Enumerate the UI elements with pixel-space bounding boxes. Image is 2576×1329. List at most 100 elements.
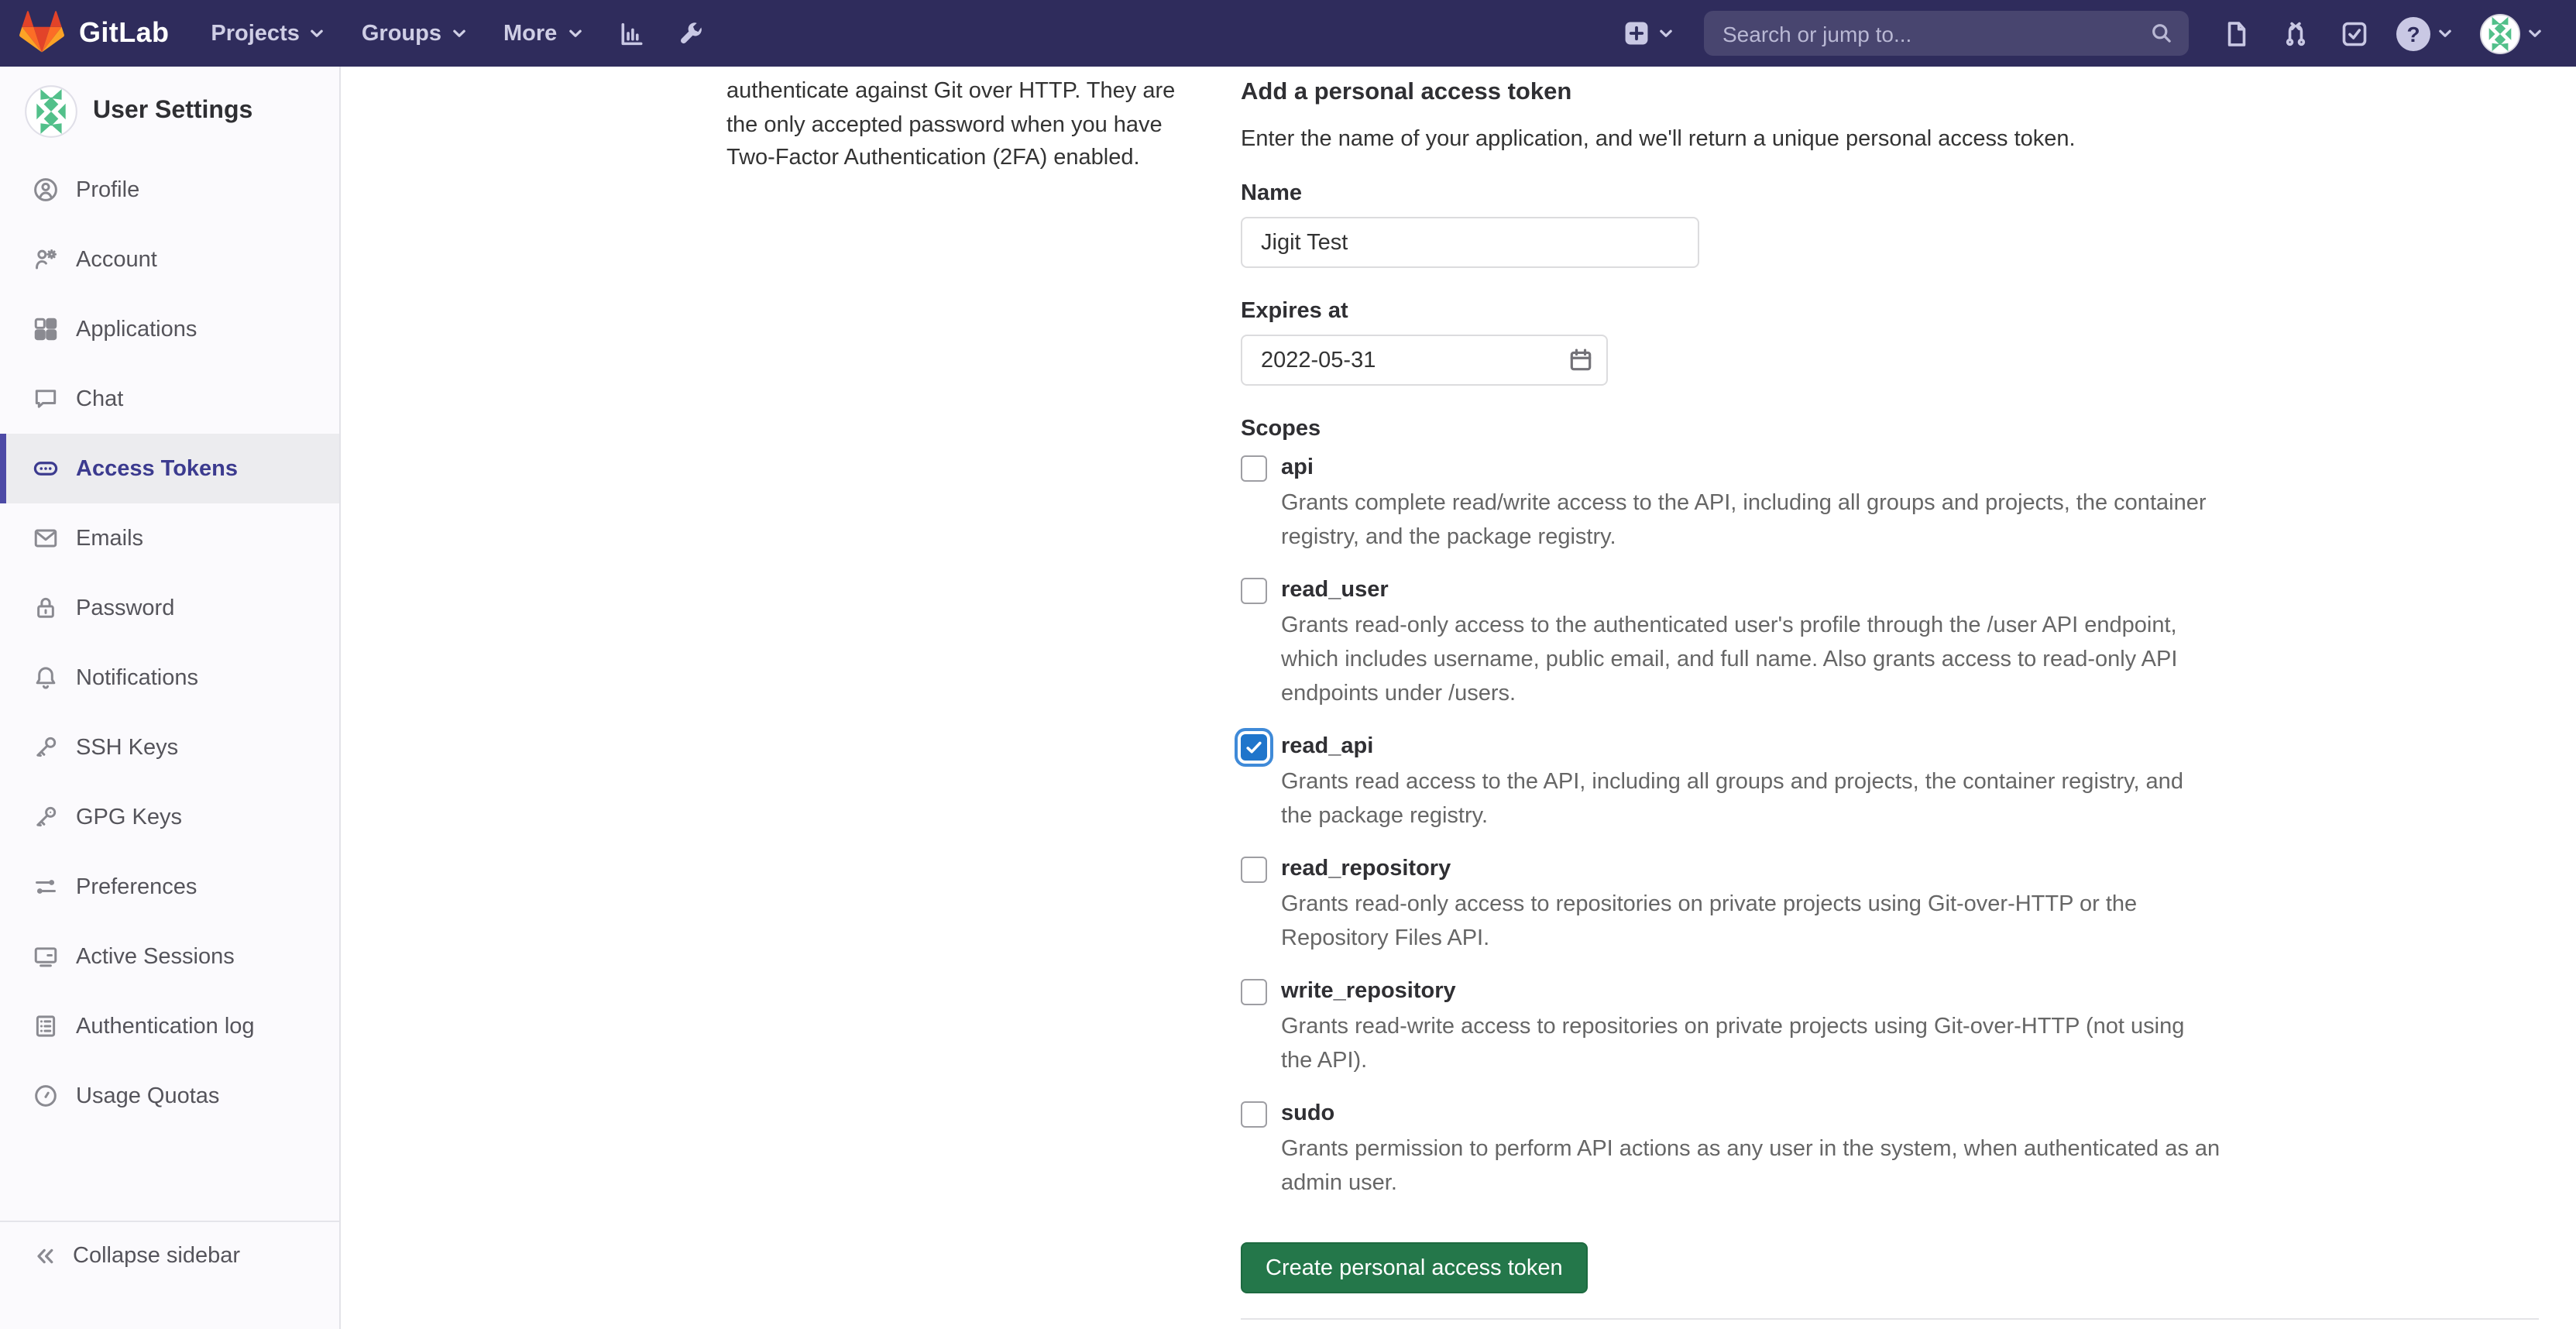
navbar-right: ? (1614, 0, 2557, 67)
search-icon (2150, 22, 2173, 45)
chevron-down-icon (307, 23, 328, 43)
main-content: authenticate against Git over HTTP. They… (341, 67, 2576, 1329)
user-circle-icon (33, 177, 59, 203)
sidebar-item-usage-quotas[interactable]: Usage Quotas (0, 1061, 339, 1131)
token-pill-icon (33, 455, 59, 482)
issues-icon[interactable] (2207, 0, 2266, 67)
scope-checkbox-read-user[interactable] (1241, 578, 1267, 604)
scope-name[interactable]: read_user (1281, 575, 1389, 607)
scope-item-sudo: sudo Grants permission to perform API ac… (1241, 1098, 2539, 1200)
help-question-icon: ? (2396, 16, 2430, 50)
search-input[interactable] (1719, 19, 2150, 47)
scope-item-api: api Grants complete read/write access to… (1241, 452, 2539, 555)
grid-icon (33, 316, 59, 342)
scope-description: Grants permission to perform API actions… (1281, 1132, 2539, 1200)
envelope-icon (33, 525, 59, 551)
new-menu-button[interactable] (1614, 20, 1685, 46)
key-icon (33, 804, 59, 830)
user-gear-icon (33, 246, 59, 273)
scopes-label: Scopes (1241, 414, 2539, 446)
chevron-down-icon (2435, 23, 2455, 43)
sidebar-item-applications[interactable]: Applications (0, 294, 339, 364)
sidebar-item-profile[interactable]: Profile (0, 155, 339, 225)
description-text: authenticate against Git over HTTP. They… (726, 76, 1241, 176)
help-menu-button[interactable]: ? (2384, 16, 2468, 50)
create-token-button[interactable]: Create personal access token (1241, 1242, 1588, 1293)
gitlab-logo-text: GitLab (79, 17, 169, 50)
scope-description: Grants complete read/write access to the… (1281, 486, 2539, 555)
scope-name[interactable]: read_repository (1281, 853, 1451, 886)
sidebar-item-emails[interactable]: Emails (0, 503, 339, 573)
chevron-down-icon (1656, 23, 1676, 43)
sidebar-header: User Settings (0, 67, 339, 138)
section-description: authenticate against Git over HTTP. They… (726, 70, 1241, 1329)
page: GitLab Projects Groups More (0, 0, 2576, 1329)
admin-wrench-icon[interactable] (661, 0, 720, 67)
bell-icon (33, 664, 59, 691)
form-heading: Add a personal access token (1241, 76, 2539, 108)
sidebar-item-password[interactable]: Password (0, 573, 339, 643)
scope-description: Grants read-write access to repositories… (1281, 1010, 2539, 1078)
sidebar-item-active-sessions[interactable]: Active Sessions (0, 922, 339, 991)
scope-checkbox-read-api[interactable] (1241, 734, 1267, 761)
scope-item-read-user: read_user Grants read-only access to the… (1241, 575, 2539, 711)
expires-field-group: Expires at (1241, 296, 2539, 386)
sidebar-item-access-tokens[interactable]: Access Tokens (0, 434, 339, 503)
user-menu-button[interactable] (2468, 13, 2557, 53)
scope-description: Grants read-only access to the authentic… (1281, 609, 2539, 711)
sidebar-item-ssh-keys[interactable]: SSH Keys (0, 713, 339, 782)
analytics-chart-icon[interactable] (602, 0, 661, 67)
nav-menu-more[interactable]: More (486, 0, 602, 67)
monitor-icon (33, 943, 59, 970)
form-intro: Enter the name of your application, and … (1241, 124, 2539, 156)
global-search[interactable] (1704, 11, 2189, 56)
scope-item-read-api: read_api Grants read access to the API, … (1241, 731, 2539, 833)
scope-item-read-repository: read_repository Grants read-only access … (1241, 853, 2539, 956)
settings-sidebar: User Settings Profile Account Applicatio… (0, 67, 341, 1329)
name-field-group: Name (1241, 178, 2539, 268)
chevron-down-icon (2525, 23, 2545, 43)
sidebar-item-chat[interactable]: Chat (0, 364, 339, 434)
scope-description: Grants read access to the API, including… (1281, 765, 2539, 833)
sidebar-item-notifications[interactable]: Notifications (0, 643, 339, 713)
scope-checkbox-api[interactable] (1241, 455, 1267, 482)
lock-icon (33, 595, 59, 621)
avatar (25, 85, 77, 138)
gauge-icon (33, 1083, 59, 1109)
merge-requests-icon[interactable] (2266, 0, 2325, 67)
scope-name[interactable]: write_repository (1281, 976, 1456, 1008)
nav-menu-groups[interactable]: Groups (345, 0, 486, 67)
name-label: Name (1241, 178, 2539, 211)
log-icon (33, 1013, 59, 1039)
scope-description: Grants read-only access to repositories … (1281, 888, 2539, 956)
sidebar-nav: Profile Account Applications Chat Access… (0, 155, 339, 1131)
scope-name[interactable]: read_api (1281, 731, 1373, 764)
token-form-column: Add a personal access token Enter the na… (1241, 70, 2539, 1329)
double-chevron-left-icon (33, 1244, 57, 1269)
token-name-input[interactable] (1241, 217, 1699, 268)
collapse-sidebar-button[interactable]: Collapse sidebar (0, 1221, 339, 1315)
sidebar-item-authentication-log[interactable]: Authentication log (0, 991, 339, 1061)
gitlab-tanuki-logo-icon (19, 11, 65, 56)
expires-label: Expires at (1241, 296, 2539, 328)
scope-item-write-repository: write_repository Grants read-write acces… (1241, 976, 2539, 1078)
plus-square-icon (1623, 20, 1650, 46)
scope-checkbox-sudo[interactable] (1241, 1101, 1267, 1128)
scope-checkbox-read-repository[interactable] (1241, 857, 1267, 883)
expires-date-input[interactable] (1241, 335, 1608, 386)
scope-name[interactable]: sudo (1281, 1098, 1334, 1131)
sidebar-item-preferences[interactable]: Preferences (0, 852, 339, 922)
sidebar-item-gpg-keys[interactable]: GPG Keys (0, 782, 339, 852)
nav-menu-projects[interactable]: Projects (194, 0, 344, 67)
scope-checkbox-write-repository[interactable] (1241, 979, 1267, 1005)
sidebar-item-account[interactable]: Account (0, 225, 339, 294)
todos-icon[interactable] (2325, 0, 2384, 67)
chevron-down-icon (565, 23, 585, 43)
top-navbar: GitLab Projects Groups More (0, 0, 2576, 67)
navbar-left: GitLab Projects Groups More (19, 0, 720, 67)
gitlab-home-link[interactable]: GitLab (19, 11, 169, 56)
sliders-icon (33, 874, 59, 900)
scope-name[interactable]: api (1281, 452, 1314, 485)
key-icon (33, 734, 59, 761)
avatar (2480, 13, 2520, 53)
